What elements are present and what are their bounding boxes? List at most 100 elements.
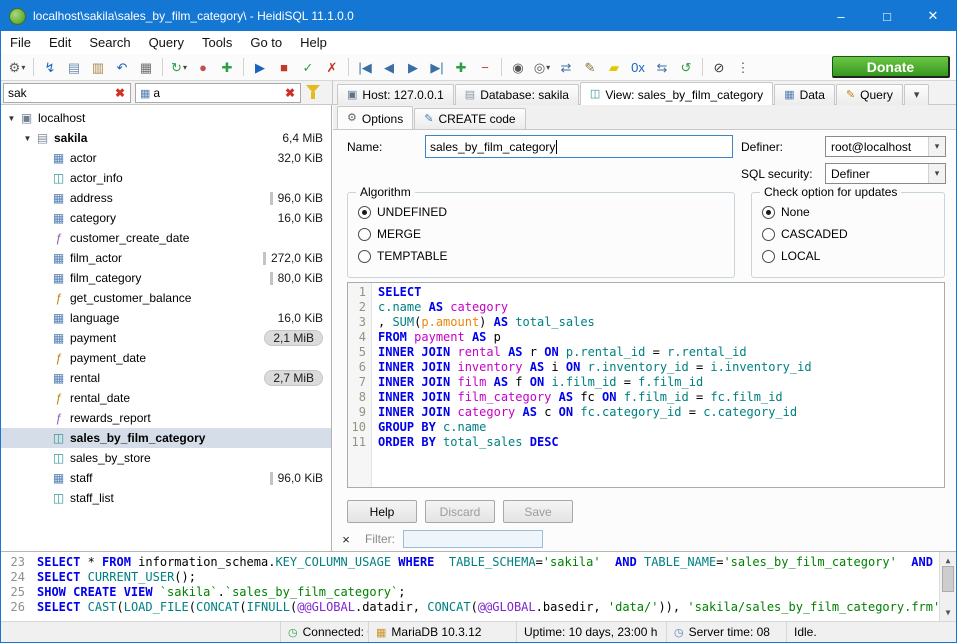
subtab-create-code[interactable]: ✎CREATE code	[414, 108, 525, 129]
tree-item-film_actor[interactable]: ▦film_actor272,0 KiB	[1, 248, 331, 268]
tree-item-rental_date[interactable]: ƒrental_date	[1, 388, 331, 408]
minimize-button[interactable]: –	[818, 1, 864, 31]
tree-item-staff_list[interactable]: ◫staff_list	[1, 488, 331, 508]
tree-item-staff[interactable]: ▦staff96,0 KiB	[1, 468, 331, 488]
data-filter-input[interactable]: ▦ a ✖	[135, 83, 301, 103]
find-button[interactable]: ◉	[507, 56, 529, 78]
export-button[interactable]: ⇄	[555, 56, 577, 78]
radio-cascaded[interactable]: CASCADED	[752, 223, 944, 245]
expand-arrow-icon[interactable]: ▼	[21, 134, 34, 143]
tab-host[interactable]: ▣Host: 127.0.0.1	[337, 84, 454, 105]
splitter[interactable]	[332, 81, 333, 105]
radio-none[interactable]: None	[752, 201, 944, 223]
view-sql-editor[interactable]: 1SELECT2c.name AS category3, SUM(p.amoun…	[347, 282, 945, 488]
prev-record-button[interactable]: ◀	[378, 56, 400, 78]
tree-item-get_customer_balance[interactable]: ƒget_customer_balance	[1, 288, 331, 308]
code-line: 24SELECT CURRENT_USER();	[1, 570, 956, 585]
refresh-button[interactable]: ↻▾	[168, 56, 190, 78]
expand-arrow-icon[interactable]: ▼	[5, 114, 18, 123]
menu-file[interactable]: File	[1, 31, 40, 54]
radio-label: None	[781, 205, 810, 219]
tree-item-sales_by_store[interactable]: ◫sales_by_store	[1, 448, 331, 468]
tree-item-film_category[interactable]: ▦film_category80,0 KiB	[1, 268, 331, 288]
execute-button[interactable]: ▶	[249, 56, 271, 78]
tree-item-sakila[interactable]: ▼▤sakila6,4 MiB	[1, 128, 331, 148]
close-button[interactable]: ✕	[910, 1, 956, 31]
menu-tools[interactable]: Tools	[193, 31, 241, 54]
sql-security-select[interactable]: Definer ▾	[825, 163, 946, 184]
maximize-button[interactable]: □	[864, 1, 910, 31]
donate-button[interactable]: Donate	[832, 56, 950, 78]
menu-edit[interactable]: Edit	[40, 31, 80, 54]
apply-button[interactable]: ✓	[297, 56, 319, 78]
filter-funnel-icon[interactable]	[306, 85, 320, 101]
overflow-menu-button[interactable]: ⋮	[732, 56, 754, 78]
tab-view[interactable]: ◫View: sales_by_film_category	[580, 82, 773, 106]
session-manager-button[interactable]: ⚙▾	[6, 56, 28, 78]
first-record-button[interactable]: |◀	[354, 56, 376, 78]
stop-button[interactable]: ■	[273, 56, 295, 78]
table-filter-input[interactable]: sak ✖	[3, 83, 131, 103]
tree-item-actor_info[interactable]: ◫actor_info	[1, 168, 331, 188]
tree-item-rewards_report[interactable]: ƒrewards_report	[1, 408, 331, 428]
sql-log-panel[interactable]: 23SELECT * FROM information_schema.KEY_C…	[1, 551, 956, 621]
tree-item-category[interactable]: ▦category16,0 KiB	[1, 208, 331, 228]
save-button[interactable]: Save	[503, 500, 573, 523]
highlight-button[interactable]: ▰	[603, 56, 625, 78]
tree-item-payment_date[interactable]: ƒpayment_date	[1, 348, 331, 368]
close-filter-icon[interactable]: ×	[339, 532, 353, 547]
subtab-options[interactable]: ⚙Options	[337, 106, 413, 130]
radio-undefined[interactable]: UNDEFINED	[348, 201, 734, 223]
tree-item-actor[interactable]: ▦actor32,0 KiB	[1, 148, 331, 168]
tree-item-language[interactable]: ▦language16,0 KiB	[1, 308, 331, 328]
tree-item-localhost[interactable]: ▼▣localhost	[1, 108, 331, 128]
reload-button[interactable]: ↺	[675, 56, 697, 78]
menu-go-to[interactable]: Go to	[241, 31, 291, 54]
name-label: Name:	[347, 140, 382, 154]
delete-record-button[interactable]: −	[474, 56, 496, 78]
radio-local[interactable]: LOCAL	[752, 245, 944, 267]
undo-button[interactable]: ↶	[111, 56, 133, 78]
view-name-input[interactable]: sales_by_film_category	[425, 135, 733, 158]
create-database-button[interactable]: ✚	[216, 56, 238, 78]
swap-button[interactable]: ⇆	[651, 56, 673, 78]
menu-help[interactable]: Help	[291, 31, 336, 54]
print-button[interactable]: ▦	[135, 56, 157, 78]
scroll-down-icon[interactable]: ▼	[940, 605, 956, 620]
tab-query[interactable]: ✎Query	[836, 84, 903, 105]
copy-button[interactable]: ▤	[63, 56, 85, 78]
line-number: 11	[348, 435, 372, 450]
paste-button[interactable]: ▥	[87, 56, 109, 78]
discard-button[interactable]: Discard	[425, 500, 495, 523]
tree-item-sales_by_film_category[interactable]: ◫sales_by_film_category	[1, 428, 331, 448]
hex-view-button[interactable]: 0x	[627, 56, 649, 78]
tree-item-rental[interactable]: ▦rental2,7 MiB	[1, 368, 331, 388]
definer-select[interactable]: root@localhost ▾	[825, 136, 946, 157]
abort-button[interactable]: ⊘	[708, 56, 730, 78]
clear-filter-icon[interactable]: ✖	[112, 86, 128, 100]
tree-item-customer_create_date[interactable]: ƒcustomer_create_date	[1, 228, 331, 248]
cancel-button[interactable]: ✗	[321, 56, 343, 78]
size-label: 272,0 KiB	[271, 251, 323, 265]
new-query-tab-button[interactable]: ▾	[904, 84, 930, 105]
menu-query[interactable]: Query	[140, 31, 193, 54]
user-manager-button[interactable]: ●	[192, 56, 214, 78]
filter-input[interactable]	[403, 530, 543, 548]
clear-filter-icon[interactable]: ✖	[282, 86, 298, 100]
radio-merge[interactable]: MERGE	[348, 223, 734, 245]
scrollbar-thumb[interactable]	[942, 566, 954, 592]
tab-database[interactable]: ▤Database: sakila	[455, 84, 579, 105]
disconnect-button[interactable]: ↯	[39, 56, 61, 78]
log-scrollbar[interactable]: ▲ ▼	[939, 552, 956, 621]
next-record-button[interactable]: ▶	[402, 56, 424, 78]
radio-temptable[interactable]: TEMPTABLE	[348, 245, 734, 267]
last-record-button[interactable]: ▶|	[426, 56, 448, 78]
tree-item-payment[interactable]: ▦payment2,1 MiB	[1, 328, 331, 348]
help-button[interactable]: Help	[347, 500, 417, 523]
snippet-button[interactable]: ✎	[579, 56, 601, 78]
menu-search[interactable]: Search	[80, 31, 139, 54]
tab-data[interactable]: ▦Data	[774, 84, 835, 105]
tree-item-address[interactable]: ▦address96,0 KiB	[1, 188, 331, 208]
insert-record-button[interactable]: ✚	[450, 56, 472, 78]
find-replace-button[interactable]: ◎▾	[531, 56, 553, 78]
